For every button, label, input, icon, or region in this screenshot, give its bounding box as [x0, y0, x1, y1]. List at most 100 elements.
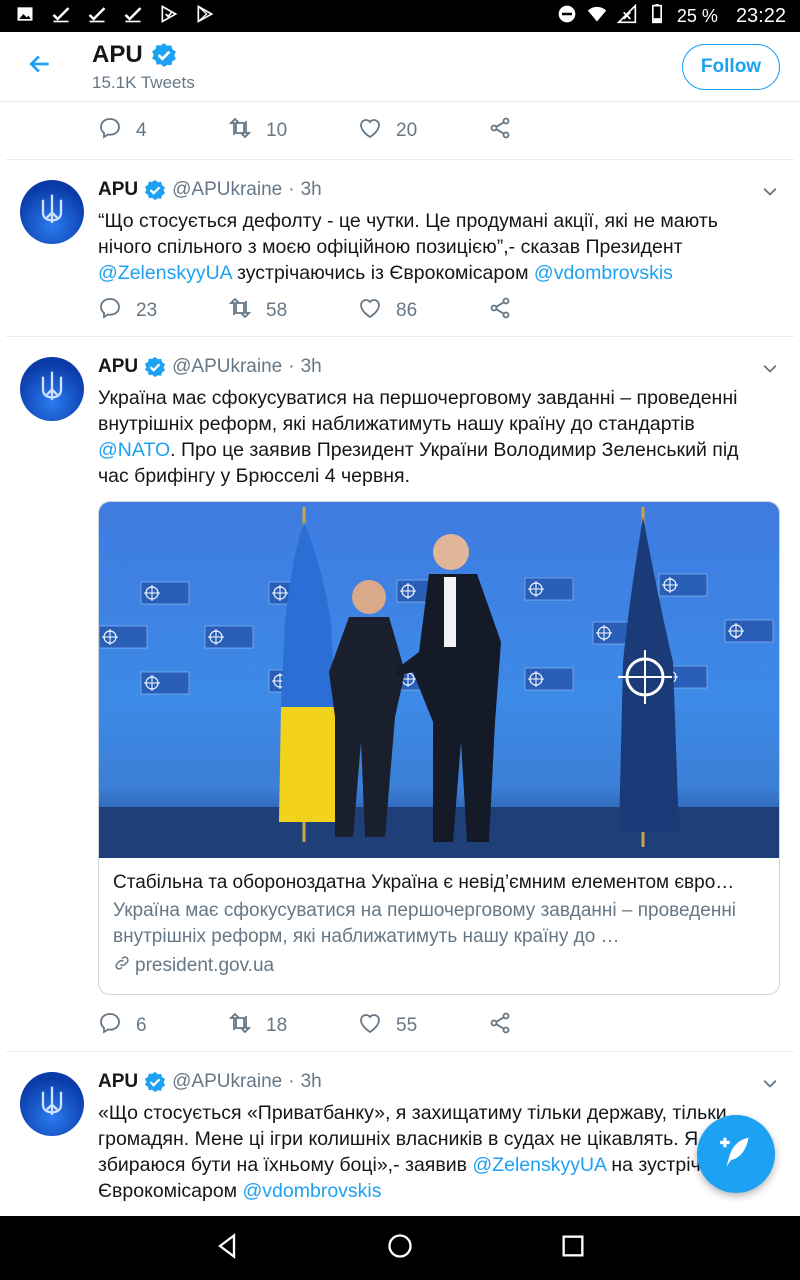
chevron-down-icon[interactable]: [760, 182, 780, 202]
link-card-url: president.gov.ua: [135, 955, 275, 976]
reply-count: 4: [136, 119, 147, 141]
check-icon: [50, 4, 72, 29]
tweet-text-segment: . Про це заявив Президент України Володи…: [98, 439, 739, 487]
battery-percentage: 25 %: [676, 5, 718, 26]
separator-dot: ·: [288, 179, 295, 200]
mention-link[interactable]: @vdombrovskis: [534, 262, 673, 284]
reply-icon: [98, 296, 122, 326]
verified-badge-icon: [144, 356, 166, 378]
back-triangle-icon[interactable]: [213, 1232, 241, 1265]
mention-link[interactable]: @NATO: [98, 439, 170, 461]
avatar[interactable]: [20, 1072, 84, 1136]
wifi-icon: [587, 4, 607, 29]
share-button[interactable]: [488, 296, 512, 326]
like-button[interactable]: 20: [358, 116, 488, 146]
timeline[interactable]: 4 10 20 APU @APUkraine · 3h “Що стосуєть…: [6, 102, 794, 1216]
heart-icon: [358, 296, 382, 326]
compose-tweet-button[interactable]: [697, 1115, 775, 1193]
chevron-down-icon[interactable]: [760, 1074, 780, 1094]
retweet-button[interactable]: 10: [228, 116, 358, 146]
feather-plus-icon: [717, 1133, 755, 1176]
mention-link[interactable]: @ZelenskyyUA: [98, 262, 232, 284]
retweet-icon: [228, 296, 252, 326]
play-store-check-icon: [158, 4, 180, 29]
trident-icon: [39, 192, 65, 233]
reply-icon: [98, 116, 122, 146]
play-store-icon: [194, 4, 216, 29]
retweet-count: 10: [266, 119, 288, 141]
trident-icon: [39, 369, 65, 410]
tweet-author-handle: @APUkraine: [172, 1071, 283, 1092]
like-button[interactable]: 55: [358, 1011, 488, 1041]
back-button[interactable]: [0, 32, 80, 102]
reply-button[interactable]: 6: [98, 1011, 228, 1041]
share-icon: [488, 296, 512, 326]
reply-count: 6: [136, 1015, 147, 1036]
link-icon: [113, 954, 131, 978]
mention-link[interactable]: @ZelenskyyUA: [472, 1154, 606, 1176]
share-button[interactable]: [488, 116, 512, 146]
trident-icon: [39, 1084, 65, 1125]
clock: 23:22: [735, 4, 786, 27]
recents-square-icon[interactable]: [559, 1232, 587, 1265]
check-icon: [122, 4, 144, 29]
verified-badge-icon: [144, 1071, 166, 1093]
do-not-disturb-icon: [557, 4, 577, 29]
retweet-icon: [228, 116, 252, 146]
tweet-author-handle: @APUkraine: [172, 179, 283, 200]
system-navigation-bar: [0, 1216, 800, 1280]
link-card-domain: president.gov.ua: [113, 954, 765, 978]
tweet[interactable]: APU @APUkraine · 3h Україна має сфокусув…: [6, 337, 794, 1052]
reply-button[interactable]: 23: [98, 296, 228, 326]
retweet-icon: [228, 1011, 252, 1041]
tweet-timestamp: 3h: [300, 179, 322, 200]
follow-button[interactable]: Follow: [682, 44, 780, 90]
profile-name: APU: [92, 40, 143, 68]
tweet-text-segment: Україна має сфокусуватися на першочергов…: [98, 387, 738, 435]
arrow-left-icon: [27, 51, 53, 82]
link-card-title: Стабільна та обороноздатна Україна є нев…: [113, 872, 735, 893]
share-icon: [488, 1011, 512, 1041]
like-count: 86: [396, 300, 418, 321]
reply-icon: [98, 1011, 122, 1041]
verified-badge-icon: [151, 42, 177, 68]
retweet-count: 18: [266, 1015, 288, 1036]
like-button[interactable]: 86: [358, 296, 488, 326]
tweet-author-name: APU: [98, 179, 139, 200]
gallery-icon: [14, 4, 36, 29]
reply-count: 23: [136, 300, 158, 321]
tweet-author-handle: @APUkraine: [172, 356, 283, 377]
chevron-down-icon[interactable]: [760, 359, 780, 379]
retweet-count: 58: [266, 300, 288, 321]
tweet[interactable]: APU @APUkraine · 3h “Що стосується дефол…: [6, 160, 794, 337]
avatar[interactable]: [20, 357, 84, 421]
link-card[interactable]: Стабільна та обороноздатна Україна є нев…: [98, 501, 780, 995]
retweet-button[interactable]: 58: [228, 296, 358, 326]
signal-icon: [616, 3, 637, 29]
share-icon: [488, 116, 512, 146]
handshake-photo: [99, 507, 779, 858]
reply-button[interactable]: 4: [98, 116, 228, 146]
tweet-author-name: APU: [98, 1071, 139, 1092]
mention-link[interactable]: @vdombrovskis: [243, 1180, 382, 1202]
status-bar: 25 % 23:22: [0, 0, 800, 32]
profile-header: APU 15.1K Tweets Follow: [0, 32, 800, 102]
share-button[interactable]: [488, 1011, 512, 1041]
avatar[interactable]: [20, 180, 84, 244]
like-count: 20: [396, 119, 418, 141]
retweet-button[interactable]: 18: [228, 1011, 358, 1041]
separator-dot: ·: [288, 356, 295, 377]
home-circle-icon[interactable]: [386, 1232, 414, 1265]
like-count: 55: [396, 1015, 418, 1036]
heart-icon: [358, 1011, 382, 1041]
verified-badge-icon: [144, 179, 166, 201]
tweet-actions: 6 18 55: [6, 1001, 794, 1051]
tweet-count: 15.1K Tweets: [92, 72, 195, 92]
heart-icon: [358, 116, 382, 146]
tweet-text-segment: “Що стосується дефолту - це чутки. Це пр…: [98, 210, 718, 258]
tweet-text: «Що стосується «Приватбанку», я захищати…: [98, 1100, 774, 1204]
tweet-timestamp: 3h: [300, 356, 322, 377]
tweet-actions: 4 10 20: [6, 102, 794, 160]
tweet-actions: 23 58 86: [6, 286, 794, 336]
tweet[interactable]: APU @APUkraine · 3h «Що стосується «Прив…: [6, 1052, 794, 1204]
